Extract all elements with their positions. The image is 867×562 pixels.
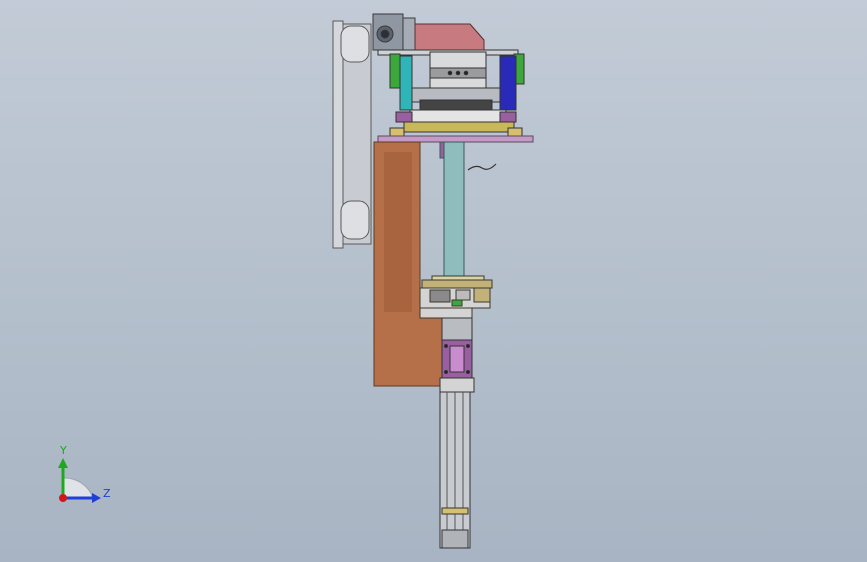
z-axis-label: Z [103,487,111,500]
cyan-column [399,55,413,111]
mounting-bracket [373,141,443,387]
lift-shaft [439,141,497,281]
gear-ring [419,99,493,111]
lower-carriage [439,317,475,393]
clamp-assembly [419,275,493,319]
motor-housing [414,23,485,53]
y-axis-label: Y [59,444,67,457]
side-frame [332,20,372,249]
platform [377,135,534,143]
triad-arc [62,477,94,499]
z-axis-arrow [92,493,101,503]
lower-roller [340,200,370,240]
left-green-plate [389,53,401,89]
cad-viewport[interactable]: Y Z [0,0,867,562]
linear-rail [439,391,471,549]
blue-column [499,55,517,111]
upper-roller [340,25,370,63]
coordinate-triad: Y Z [58,444,111,503]
x-axis-dot [59,494,67,502]
gearbox [372,13,416,51]
y-axis-arrow [58,458,68,468]
turntable-assembly [377,49,525,137]
